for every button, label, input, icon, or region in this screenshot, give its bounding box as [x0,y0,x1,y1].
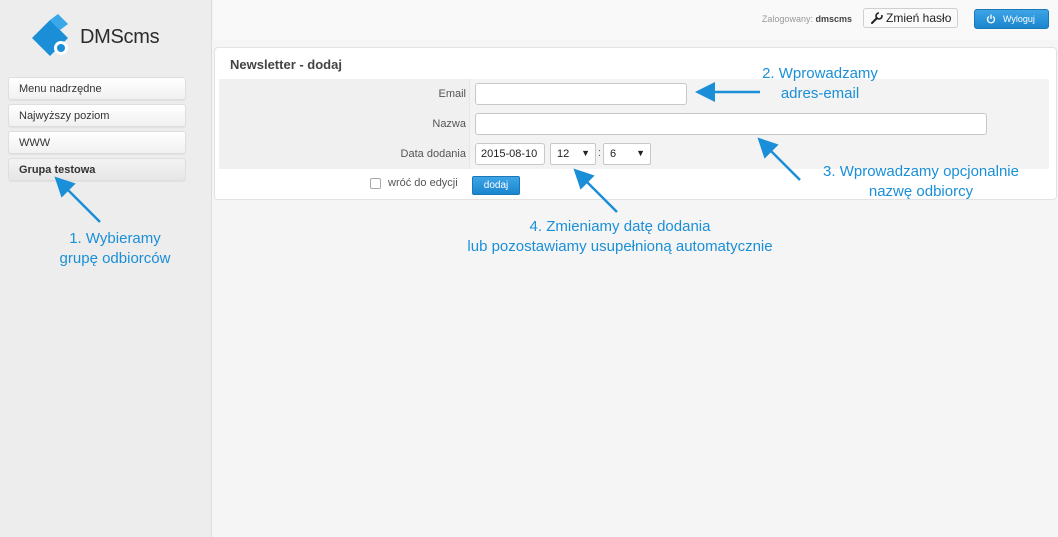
annotation-3-line2: nazwę odbiorcy [868,183,974,200]
annotation-3-line1: 3. Wprowadzamy opcjonalnie [823,163,1019,180]
hour-value: 12 [557,148,570,160]
page-title: Newsletter - dodaj [230,57,342,72]
annotation-4-line1: 4. Zmieniamy datę dodania [529,218,711,235]
annotation-4-line2: lub pozostawiamy usupełnioną automatyczn… [467,238,773,255]
name-row: Nazwa [219,109,1049,139]
sidebar-item-www[interactable]: WWW [8,131,186,154]
annotation-3: 3. Wprowadzamy opcjonalnie nazwę odbiorc… [800,162,1042,202]
return-to-edit-checkbox[interactable] [370,178,381,189]
minute-select[interactable]: 6 ▼ [603,143,651,165]
annotation-2-line2: adres-email [780,85,860,102]
dmscms-logo-icon [32,14,68,56]
add-button[interactable]: dodaj [472,176,520,195]
name-label: Nazwa [432,118,466,130]
date-label: Data dodania [400,148,466,160]
wrench-icon [871,12,883,24]
logged-in-label: Zalogowany: [761,14,813,24]
logo-text: DMScms [80,26,160,48]
annotation-4: 4. Zmieniamy datę dodania lub pozostawia… [430,217,810,257]
email-field[interactable] [475,83,687,105]
dropdown-arrow-icon: ▼ [581,148,590,158]
minute-value: 6 [610,148,617,160]
sidebar-item-menu-nadrzedne[interactable]: Menu nadrzędne [8,77,186,100]
username: dmscms [815,14,852,24]
annotation-2-line1: 2. Wprowadzamy [762,65,878,82]
topbar: Zalogowany: dmscms Zmień hasło Wyloguj [213,0,1058,40]
annotation-1-line1: 1. Wybieramy [69,230,161,247]
sidebar-item-najwyzszy-poziom[interactable]: Najwyższy poziom [8,104,186,127]
annotation-2: 2. Wprowadzamy adres-email [740,64,900,104]
hour-select[interactable]: 12 ▼ [550,143,596,165]
date-field[interactable]: 2015-08-10 [475,143,545,165]
power-icon [986,14,996,24]
email-label: Email [438,88,466,100]
logo[interactable]: DMScms [28,14,178,60]
sidebar-menu: Menu nadrzędne Najwyższy poziom WWW Grup… [8,77,186,185]
logged-in-info: Zalogowany: dmscms [762,14,852,24]
annotation-1-line2: grupę odbiorców [59,250,171,267]
email-row: Email [219,79,1049,109]
name-field[interactable] [475,113,987,135]
annotation-1: 1. Wybieramy grupę odbiorców [20,229,210,269]
dropdown-arrow-icon: ▼ [636,148,645,158]
logout-label: Wyloguj [1003,14,1035,24]
logout-button[interactable]: Wyloguj [974,9,1049,29]
change-password-button[interactable]: Zmień hasło [863,8,958,28]
time-separator: : [598,147,602,159]
sidebar-item-grupa-testowa[interactable]: Grupa testowa [8,158,186,181]
return-to-edit-label: wróć do edycji [388,177,458,189]
change-password-label: Zmień hasło [886,11,952,25]
